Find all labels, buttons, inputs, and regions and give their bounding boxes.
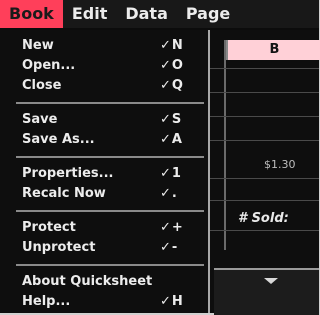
scroll-down-arrow-icon[interactable]	[264, 278, 278, 284]
menu-item-label: Close	[22, 78, 62, 93]
menu-separator	[16, 264, 204, 266]
menu-item-label: About Quicksheet	[22, 274, 153, 289]
menu-item-shortcut: ✓+	[160, 220, 184, 235]
grid-line	[202, 92, 319, 93]
lower-panel	[214, 268, 319, 315]
menu-item-label: Open...	[22, 58, 76, 73]
book-menu: New ✓N Open... ✓O Close ✓Q Save ✓S Save …	[0, 30, 210, 313]
menu-edit[interactable]: Edit	[63, 0, 117, 28]
price-cell[interactable]: $1.30	[264, 158, 296, 171]
menu-item-properties[interactable]: Properties... ✓1	[0, 164, 206, 184]
menu-item-protect[interactable]: Protect ✓+	[0, 218, 206, 238]
menu-item-label: Save As...	[22, 132, 95, 147]
menu-item-open[interactable]: Open... ✓O	[0, 56, 206, 76]
menu-item-shortcut: ✓1	[160, 166, 182, 181]
menu-item-shortcut: ✓H	[160, 294, 184, 309]
menu-item-label: New	[22, 38, 54, 53]
menu-item-label: Recalc Now	[22, 186, 106, 201]
menu-item-shortcut: ✓A	[160, 132, 183, 147]
grid-line	[202, 230, 319, 231]
menu-item-close[interactable]: Close ✓Q	[0, 76, 206, 96]
menu-data[interactable]: Data	[116, 0, 177, 28]
grid-line	[202, 68, 319, 69]
menu-item-save-as[interactable]: Save As... ✓A	[0, 130, 206, 150]
menu-separator	[16, 156, 204, 158]
menu-item-label: Unprotect	[22, 240, 96, 255]
menu-item-save[interactable]: Save ✓S	[0, 110, 206, 130]
menu-separator	[16, 210, 204, 212]
menu-item-label: Properties...	[22, 166, 114, 181]
menu-item-about-quicksheet[interactable]: About Quicksheet	[0, 272, 206, 292]
menu-item-recalc-now[interactable]: Recalc Now ✓.	[0, 184, 206, 204]
menu-page[interactable]: Page	[177, 0, 239, 28]
menu-item-label: Help...	[22, 294, 71, 309]
menu-item-shortcut: ✓.	[160, 186, 178, 201]
menu-item-unprotect[interactable]: Unprotect ✓-	[0, 238, 206, 258]
grid-line	[202, 116, 319, 117]
menu-item-shortcut: ✓-	[160, 240, 179, 255]
menu-item-label: Protect	[22, 220, 76, 235]
menu-item-new[interactable]: New ✓N	[0, 36, 206, 56]
grid-line	[202, 200, 319, 201]
menu-item-help[interactable]: Help... ✓H	[0, 292, 206, 312]
column-b-header[interactable]: B	[226, 40, 320, 60]
sold-label-cell[interactable]: # Sold:	[238, 211, 289, 226]
grid-line	[202, 140, 319, 141]
menu-item-shortcut: ✓O	[160, 58, 184, 73]
menu-separator	[16, 102, 204, 104]
menu-item-shortcut: ✓Q	[160, 78, 184, 93]
menu-item-label: Save	[22, 112, 58, 127]
grid-line	[202, 178, 319, 179]
menu-item-shortcut: ✓N	[160, 38, 184, 53]
spreadsheet-area: B $1.30 # Sold:	[202, 30, 320, 315]
menu-book[interactable]: Book	[0, 0, 63, 28]
menu-bar: Book Edit Data Page	[0, 0, 319, 30]
menu-item-shortcut: ✓S	[160, 112, 183, 127]
